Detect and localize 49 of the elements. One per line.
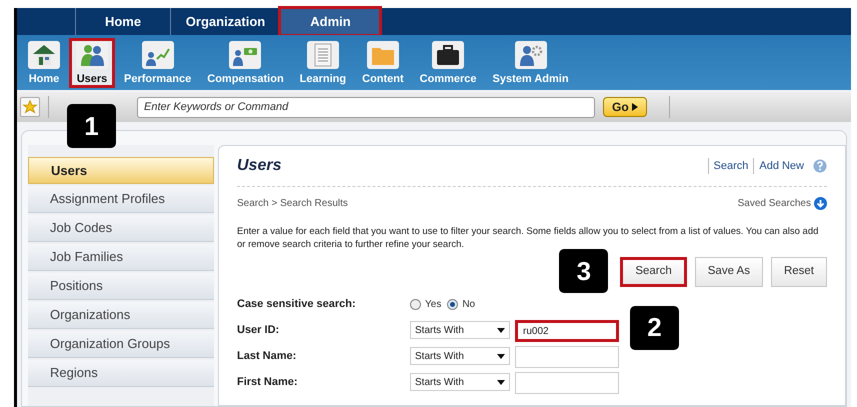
form-button[interactable]: Reset xyxy=(770,257,827,287)
text-field[interactable] xyxy=(515,346,619,368)
keyword-search-field[interactable]: Enter Keywords or Command xyxy=(137,96,595,118)
step-number: 3 xyxy=(559,249,608,293)
help-icon[interactable] xyxy=(813,159,827,173)
operator-dropdown[interactable]: Starts With xyxy=(410,321,510,339)
header-link[interactable]: Search xyxy=(708,158,748,174)
text-field[interactable] xyxy=(515,372,619,394)
operator-dropdown[interactable]: Starts With xyxy=(410,373,510,391)
breadcrumb: Search > Search Results xyxy=(237,197,348,211)
step-number: 1 xyxy=(67,104,116,148)
field-label: User ID: xyxy=(237,322,280,338)
radio-option[interactable]: No xyxy=(447,296,476,312)
module-item[interactable]: Performance xyxy=(117,38,198,88)
field-label: First Name: xyxy=(237,374,299,390)
play-icon xyxy=(632,103,638,111)
nav-tab[interactable]: Admin xyxy=(280,8,380,35)
field-label: Last Name: xyxy=(237,348,298,364)
field-label: Case sensitive search: xyxy=(237,296,357,312)
sidebar-item[interactable]: Job Families xyxy=(28,244,214,271)
module-item[interactable]: Content xyxy=(355,38,411,88)
page-title: Users xyxy=(237,156,282,176)
sidebar-item[interactable]: Organization Groups xyxy=(28,331,214,358)
caret-icon xyxy=(497,380,505,384)
sidebar-item[interactable]: Organizations xyxy=(28,302,214,329)
sidebar-item[interactable]: Regions xyxy=(28,360,214,387)
down-arrow-icon xyxy=(814,197,827,210)
caret-icon xyxy=(497,354,505,358)
module-item[interactable]: Learning xyxy=(292,38,354,88)
sidebar-item[interactable]: Assignment Profiles xyxy=(28,186,214,213)
radio-option[interactable]: Yes xyxy=(410,296,442,312)
module-item[interactable]: Commerce xyxy=(412,38,484,88)
sidebar-item[interactable]: Users xyxy=(28,157,214,184)
caret-icon xyxy=(497,328,505,332)
header-link[interactable]: Add New xyxy=(753,158,804,174)
form-button[interactable]: Search xyxy=(620,257,687,287)
operator-dropdown[interactable]: Starts With xyxy=(410,347,510,365)
module-item[interactable]: Home xyxy=(21,38,67,88)
text-field[interactable]: ru002 xyxy=(515,320,619,342)
saved-searches-link[interactable]: Saved Searches xyxy=(738,196,811,211)
form-button[interactable]: Save As xyxy=(694,257,763,287)
module-item[interactable]: System Admin xyxy=(486,38,576,88)
module-item[interactable]: Users xyxy=(69,38,115,88)
instructions-text: Enter a value for each field that you want to use to filter your search. Some fields allow you to select from a list of values. You can also add or remove search criteria to further refine your search. xyxy=(237,225,820,251)
module-item[interactable]: Compensation xyxy=(200,38,291,88)
step-number: 2 xyxy=(630,306,679,350)
go-button[interactable]: Go xyxy=(603,97,647,117)
sidebar-item[interactable]: Positions xyxy=(28,273,214,300)
sidebar-item[interactable]: Job Codes xyxy=(28,215,214,242)
